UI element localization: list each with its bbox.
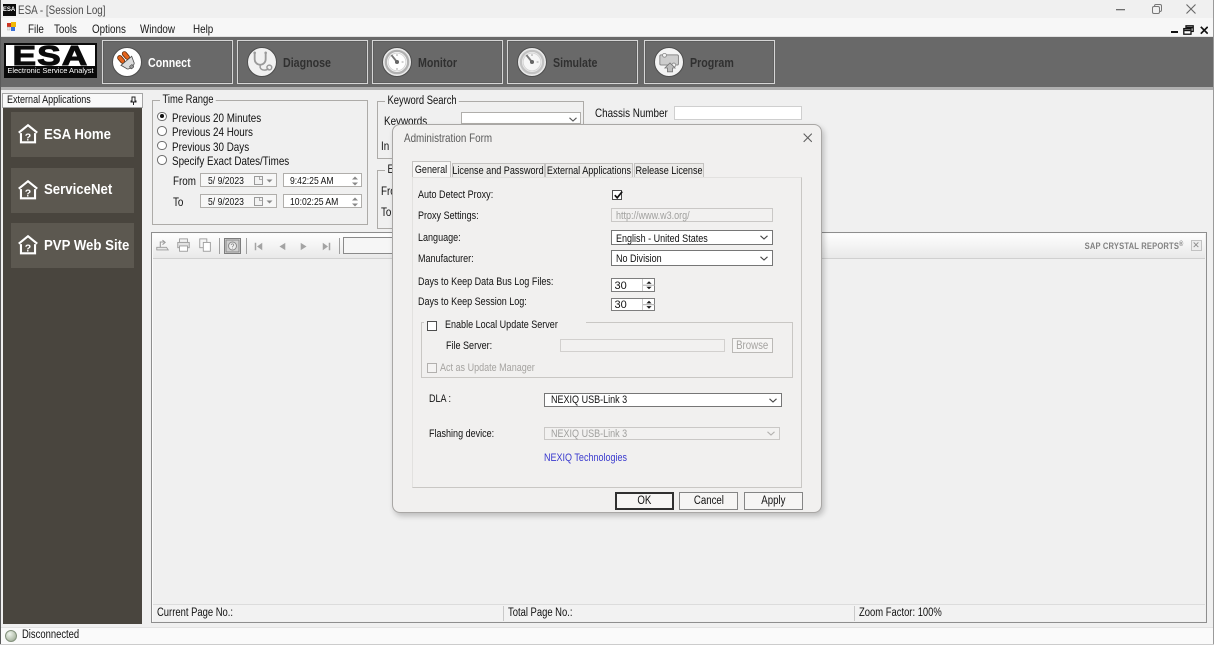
svg-text:?: ? — [25, 243, 31, 255]
svg-text:?: ? — [25, 132, 31, 144]
svg-text:?: ? — [231, 244, 235, 251]
svg-text:?: ? — [25, 187, 31, 199]
